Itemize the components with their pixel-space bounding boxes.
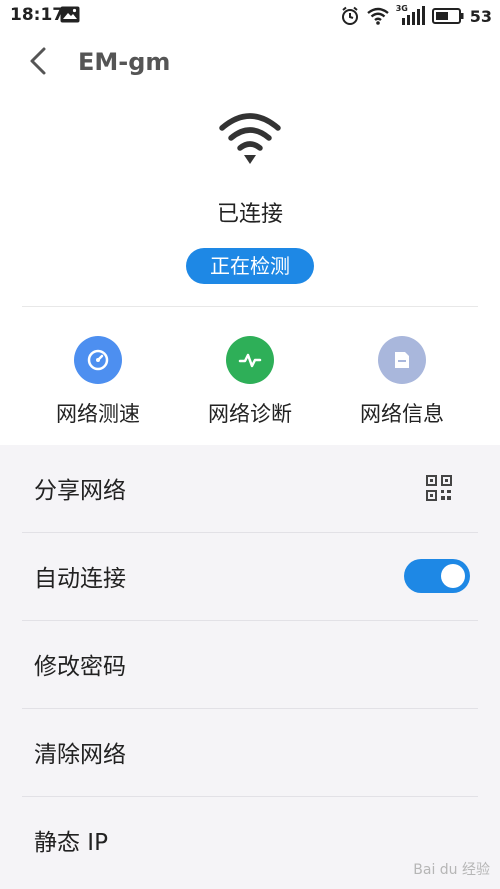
divider	[22, 306, 478, 307]
status-right: 3G 53	[340, 4, 492, 28]
cell-signal: 3G	[396, 4, 426, 26]
wifi-status-icon	[366, 7, 389, 25]
qr-code-icon[interactable]	[426, 475, 452, 501]
row-label: 分享网络	[34, 478, 126, 504]
connection-status: 已连接	[216, 202, 283, 227]
battery-icon	[431, 8, 464, 24]
settings-list: 分享网络 自动连接 修改密码 清除网络 静态 IP	[0, 445, 500, 889]
alarm-icon	[341, 6, 358, 25]
back-arrow-icon[interactable]	[24, 44, 54, 78]
row-label: 清除网络	[34, 742, 126, 768]
toggle-knob	[441, 564, 465, 588]
tool-speed-test[interactable]: 网络测速	[38, 336, 158, 428]
row-label: 自动连接	[34, 566, 126, 592]
share-network-row[interactable]: 分享网络	[0, 445, 500, 533]
forget-network-row[interactable]: 清除网络	[0, 709, 500, 797]
pulse-icon	[226, 336, 274, 384]
header: EM-gm	[0, 32, 500, 94]
tool-diagnosis[interactable]: 网络诊断	[190, 336, 310, 428]
tool-label: 网络信息	[360, 402, 444, 426]
page-title: EM-gm	[78, 48, 171, 76]
image-notification-icon	[60, 6, 80, 23]
tool-label: 网络诊断	[208, 402, 292, 426]
watermark: Bai du 经验	[413, 862, 490, 878]
status-bar: 18:17 3G 53	[0, 0, 500, 32]
tool-network-info[interactable]: 网络信息	[342, 336, 462, 428]
row-label: 修改密码	[34, 654, 126, 680]
tool-label: 网络测速	[56, 402, 140, 426]
auto-connect-row: 自动连接	[0, 533, 500, 621]
change-password-row[interactable]: 修改密码	[0, 621, 500, 709]
row-label: 静态 IP	[34, 830, 108, 856]
signal-bars-icon	[401, 6, 425, 25]
auto-connect-toggle[interactable]	[404, 559, 470, 593]
detecting-button[interactable]: 正在检测	[186, 248, 314, 284]
wifi-icon	[219, 113, 281, 164]
battery-percent: 53	[469, 6, 492, 26]
status-time: 18:17	[10, 5, 65, 25]
speedometer-icon	[74, 336, 122, 384]
document-icon	[378, 336, 426, 384]
